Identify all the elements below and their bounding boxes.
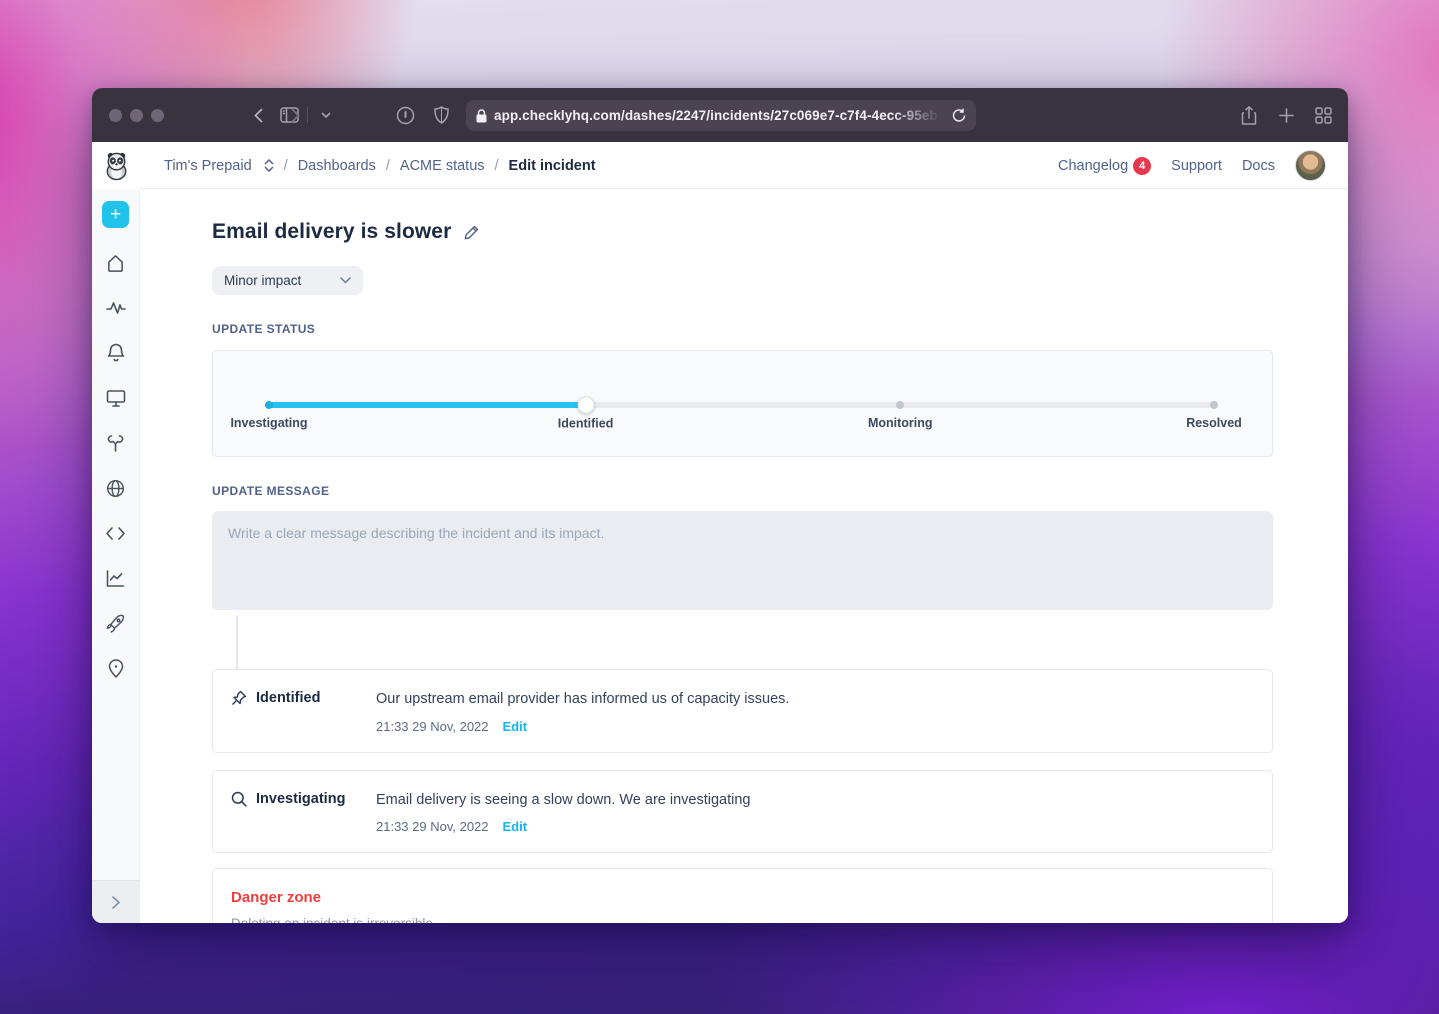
- stage-identified[interactable]: Identified: [558, 396, 613, 431]
- chevron-right-icon: [111, 895, 120, 909]
- update-message-text: Our upstream email provider has informed…: [376, 691, 790, 707]
- update-status-name: Investigating: [256, 790, 346, 807]
- address-bar[interactable]: app.checklyhq.com/dashes/2247/incidents/…: [466, 100, 976, 131]
- update-message-input[interactable]: [212, 511, 1273, 610]
- update-message-text: Email delivery is seeing a slow down. We…: [376, 791, 751, 808]
- create-button[interactable]: +: [102, 201, 129, 228]
- chevron-down-icon: [340, 277, 351, 284]
- danger-zone-description: Deleting an incident is irreversible.: [231, 916, 1254, 923]
- danger-zone-title: Danger zone: [231, 889, 322, 907]
- header-nav: Changelog 4 Support Docs: [1058, 150, 1348, 181]
- shield-icon[interactable]: [428, 102, 454, 128]
- share-icon[interactable]: [1236, 102, 1262, 128]
- rocket-icon[interactable]: [102, 609, 130, 637]
- chart-icon[interactable]: [102, 564, 130, 592]
- chevron-down-icon[interactable]: [313, 102, 339, 128]
- breadcrumb-separator: /: [283, 157, 288, 174]
- edit-update-link[interactable]: Edit: [503, 819, 528, 834]
- update-card-identified: Identified Our upstream email provider h…: [212, 669, 1273, 753]
- changelog-badge: 4: [1133, 156, 1152, 175]
- reload-icon[interactable]: [952, 108, 966, 123]
- update-status-label: UPDATE STATUS: [212, 322, 316, 336]
- edit-incident-page: Email delivery is slower Minor impact UP…: [140, 189, 1348, 923]
- edit-update-link[interactable]: Edit: [503, 719, 528, 734]
- timeline-connector: [236, 615, 238, 669]
- tab-overview-icon[interactable]: [1310, 102, 1336, 128]
- traffic-lights: [109, 109, 164, 122]
- update-message-label: UPDATE MESSAGE: [212, 484, 330, 498]
- sidebar-expand-button[interactable]: [92, 880, 139, 923]
- breadcrumb-edit-incident: Edit incident: [508, 157, 596, 174]
- progress-track-fill: [269, 402, 586, 408]
- activity-icon[interactable]: [102, 294, 130, 322]
- stage-label: Investigating: [230, 416, 308, 430]
- breadcrumb: Tim's Prepaid / Dashboards / ACME status…: [164, 158, 596, 174]
- search-icon: [231, 791, 247, 807]
- stage-dot: [1210, 401, 1218, 409]
- docs-link[interactable]: Docs: [1242, 158, 1275, 174]
- changelog-label: Changelog: [1058, 157, 1129, 174]
- user-avatar[interactable]: [1295, 150, 1326, 181]
- impact-select-value: Minor impact: [224, 273, 302, 288]
- update-status-name: Identified: [256, 690, 321, 706]
- code-icon[interactable]: [102, 519, 130, 547]
- close-window-button[interactable]: [109, 109, 122, 122]
- status-progress-card: Investigating Identified Monitoring Reso…: [212, 350, 1273, 457]
- stage-dot: [896, 401, 905, 409]
- stage-label: Resolved: [1186, 416, 1242, 430]
- browser-window: app.checklyhq.com/dashes/2247/incidents/…: [92, 88, 1348, 923]
- url-text: app.checklyhq.com/dashes/2247/incidents/…: [494, 108, 943, 123]
- impact-select[interactable]: Minor impact: [212, 266, 363, 295]
- changelog-link[interactable]: Changelog 4: [1058, 156, 1152, 175]
- monitor-icon[interactable]: [102, 384, 130, 412]
- breadcrumb-dashboards[interactable]: Dashboards: [298, 158, 376, 174]
- minimize-window-button[interactable]: [130, 109, 143, 122]
- globe-icon[interactable]: [102, 474, 130, 502]
- zoom-window-button[interactable]: [151, 109, 164, 122]
- stage-label: Identified: [557, 416, 614, 431]
- app-header: Tim's Prepaid / Dashboards / ACME status…: [92, 142, 1348, 189]
- pin-icon: [231, 690, 247, 706]
- breadcrumb-separator: /: [385, 157, 390, 174]
- stage-monitoring[interactable]: Monitoring: [868, 401, 933, 430]
- page-title: Email delivery is slower: [212, 220, 452, 243]
- lock-icon: [476, 108, 487, 122]
- update-card-investigating: Investigating Email delivery is seeing a…: [212, 769, 1273, 854]
- app-sidebar: +: [92, 189, 140, 923]
- support-link[interactable]: Support: [1171, 158, 1222, 174]
- update-timestamp: 21:33 29 Nov, 2022: [376, 819, 489, 835]
- new-tab-icon[interactable]: [1273, 102, 1299, 128]
- stage-dot: [265, 401, 273, 409]
- back-button[interactable]: [245, 102, 271, 128]
- wrench-icon[interactable]: [102, 429, 130, 457]
- stage-dot-current[interactable]: [577, 396, 595, 414]
- stage-investigating[interactable]: Investigating: [230, 401, 308, 430]
- checkly-logo[interactable]: [92, 150, 140, 181]
- location-pin-icon[interactable]: [102, 654, 130, 682]
- breadcrumb-acme-status[interactable]: ACME status: [400, 158, 485, 174]
- extension-icon[interactable]: [392, 102, 418, 128]
- breadcrumb-separator: /: [494, 157, 499, 174]
- home-icon[interactable]: [102, 249, 130, 277]
- update-timestamp: 21:33 29 Nov, 2022: [376, 718, 489, 734]
- edit-title-icon[interactable]: [463, 224, 480, 241]
- danger-zone-card: Danger zone Deleting an incident is irre…: [212, 868, 1273, 923]
- bell-icon[interactable]: [102, 339, 130, 367]
- forward-button[interactable]: [282, 102, 308, 128]
- stage-label: Monitoring: [867, 416, 933, 430]
- stage-resolved[interactable]: Resolved: [1186, 401, 1242, 430]
- account-switcher-chevrons-icon[interactable]: [264, 159, 274, 172]
- account-switcher[interactable]: Tim's Prepaid: [164, 158, 252, 174]
- browser-titlebar: app.checklyhq.com/dashes/2247/incidents/…: [92, 88, 1348, 142]
